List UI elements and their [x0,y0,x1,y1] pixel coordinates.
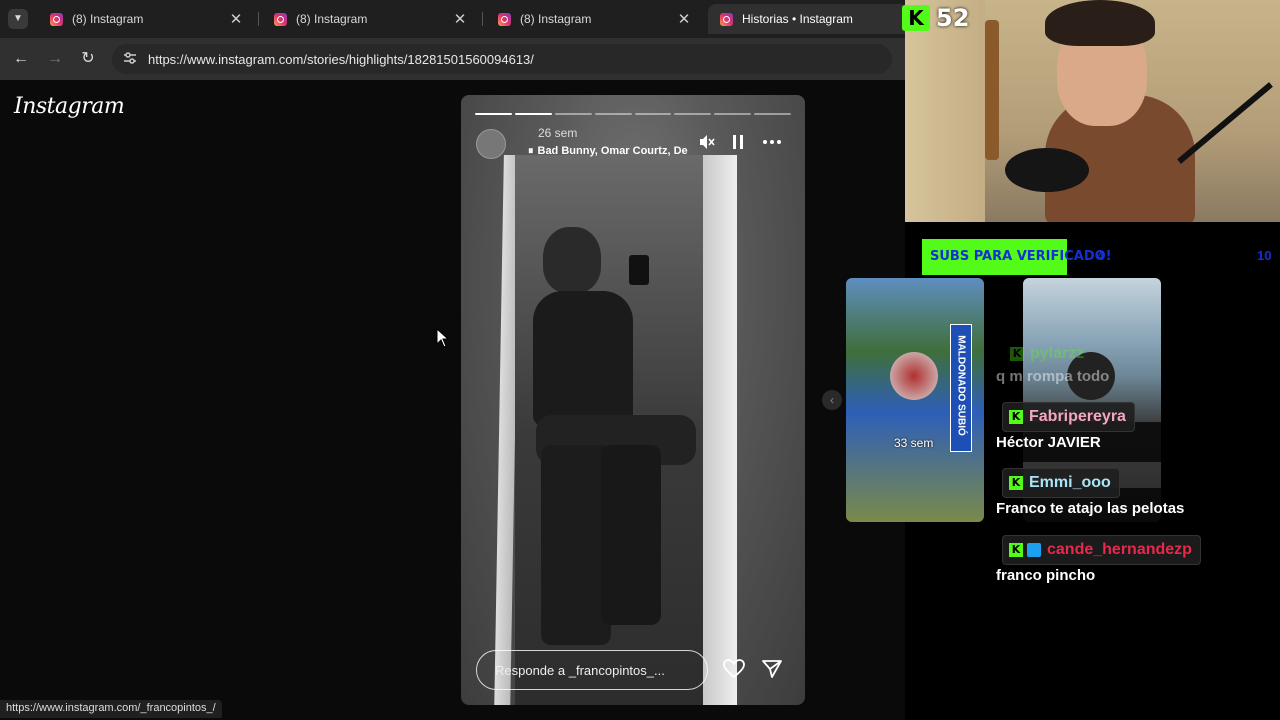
close-tab-icon[interactable]: ✕ [676,10,692,28]
tab-separator [482,12,483,26]
browser-toolbar: ← → ↻ https://www.instagram.com/stories/… [0,38,905,80]
chat-user-badge: K cande_hernandezp [1002,535,1201,565]
progress-segment [634,113,672,115]
chat-message: franco pincho [996,567,1096,584]
person-legs [601,445,661,625]
progress-segment [714,113,752,115]
streamer-webcam [905,0,1280,222]
highlight-banner-text: MALDONADO SUBIÓ [955,335,967,436]
subs-goal: 10 [1257,248,1272,263]
highlight-avatar [890,352,938,400]
music-label[interactable]: ⏸ Bad Bunny, Omar Courtz, Dei V [528,145,688,158]
kick-badge-icon: K [1010,347,1024,361]
progress-segment [554,113,592,115]
address-bar[interactable]: https://www.instagram.com/stories/highli… [112,44,892,74]
chat-message: q m rompa todo [996,368,1110,385]
verified-badge-icon [1027,543,1041,557]
tab-title: (8) Instagram [296,12,368,26]
close-tab-icon[interactable]: ✕ [228,10,244,28]
person-torso [533,291,633,426]
reply-input[interactable]: Responde a _francopintos_... [476,650,708,690]
wall [905,0,985,222]
tab-instagram-3[interactable]: (8) Instagram ✕ [486,4,702,34]
tab-instagram-1[interactable]: (8) Instagram ✕ [38,4,254,34]
story-progress-bar [475,113,791,115]
instagram-favicon-icon [498,12,511,26]
chat-user-badge: K pylarzz [1004,339,1092,369]
pause-icon[interactable] [729,133,747,156]
chat-username: Fabripereyra [1029,408,1126,425]
mirror-frame-right [703,155,737,705]
story-viewer[interactable]: 26 sem ⏸ Bad Bunny, Omar Courtz, Dei V Re… [461,95,805,705]
microphone [1005,148,1089,192]
back-arrow-icon[interactable]: ← [10,48,32,70]
chat-user-badge: K Fabripereyra [1002,402,1135,432]
phone [629,255,649,285]
forward-arrow-icon[interactable]: → [44,48,66,70]
close-tab-icon[interactable]: ✕ [452,10,468,28]
kick-badge-icon: K [1009,410,1023,424]
chevron-left-icon[interactable]: ‹ [822,390,842,410]
chat-user-badge: K Emmi_ooo [1002,468,1120,498]
subs-goal-banner: SUBS PARA VERIFICADO! [922,239,1112,275]
more-options-icon[interactable] [760,133,784,156]
progress-segment [754,113,791,115]
kick-logo-icon: K [902,5,930,31]
tab-separator [258,12,259,26]
viewer-count: 52 [936,4,970,32]
chat-username: cande_hernandezp [1047,541,1192,558]
tab-instagram-2[interactable]: (8) Instagram ✕ [262,4,478,34]
audio-bars-icon: ⏸ [528,145,534,157]
viewer-counter: K 52 [898,3,977,33]
guitar-neck [985,20,999,160]
site-settings-icon[interactable] [122,50,138,66]
instagram-favicon-icon [274,12,287,26]
person-head [543,227,601,293]
chat-message: Franco te atajo las pelotas [996,500,1185,517]
highlight-time: 33 sem [894,436,934,450]
instagram-logo[interactable]: Instagram [14,94,125,119]
mic-arm [1177,82,1273,164]
subs-current: 4 [1097,248,1105,263]
avatar[interactable] [476,129,506,159]
kick-badge-icon: K [1009,476,1023,490]
story-timestamp: 26 sem [538,126,578,140]
status-bar-url: https://www.instagram.com/_francopintos_… [0,700,222,718]
instagram-favicon-icon [50,12,63,26]
chat-username: Emmi_ooo [1029,474,1111,491]
tab-list-dropdown-icon[interactable]: ▼ [8,9,28,29]
highlight-banner: MALDONADO SUBIÓ [950,324,972,452]
progress-segment [475,113,512,115]
mouse-cursor-icon [436,328,450,348]
reload-icon[interactable]: ↻ [77,48,99,70]
chat-message: Héctor JAVIER [996,434,1101,451]
url-text: https://www.instagram.com/stories/highli… [148,52,534,67]
progress-segment [514,113,552,115]
tab-title: (8) Instagram [520,12,592,26]
progress-segment [674,113,712,115]
tab-historias-instagram[interactable]: Historias • Instagram [708,4,908,34]
reply-placeholder: Responde a _francopintos_... [495,663,665,678]
instagram-favicon-icon [720,12,733,26]
highlight-thumbnail-1[interactable]: MALDONADO SUBIÓ 33 sem [846,278,984,522]
muted-speaker-icon[interactable] [697,133,717,156]
chat-username: pylarzz [1030,345,1085,362]
progress-segment [594,113,632,115]
send-icon[interactable] [760,659,784,684]
heart-icon[interactable] [722,659,746,684]
tab-title: (8) Instagram [72,12,144,26]
kick-badge-icon: K [1009,543,1023,557]
tab-title: Historias • Instagram [742,12,853,26]
streamer-hair [1045,0,1155,46]
music-artists: Bad Bunny, Omar Courtz, Dei V [537,145,689,157]
